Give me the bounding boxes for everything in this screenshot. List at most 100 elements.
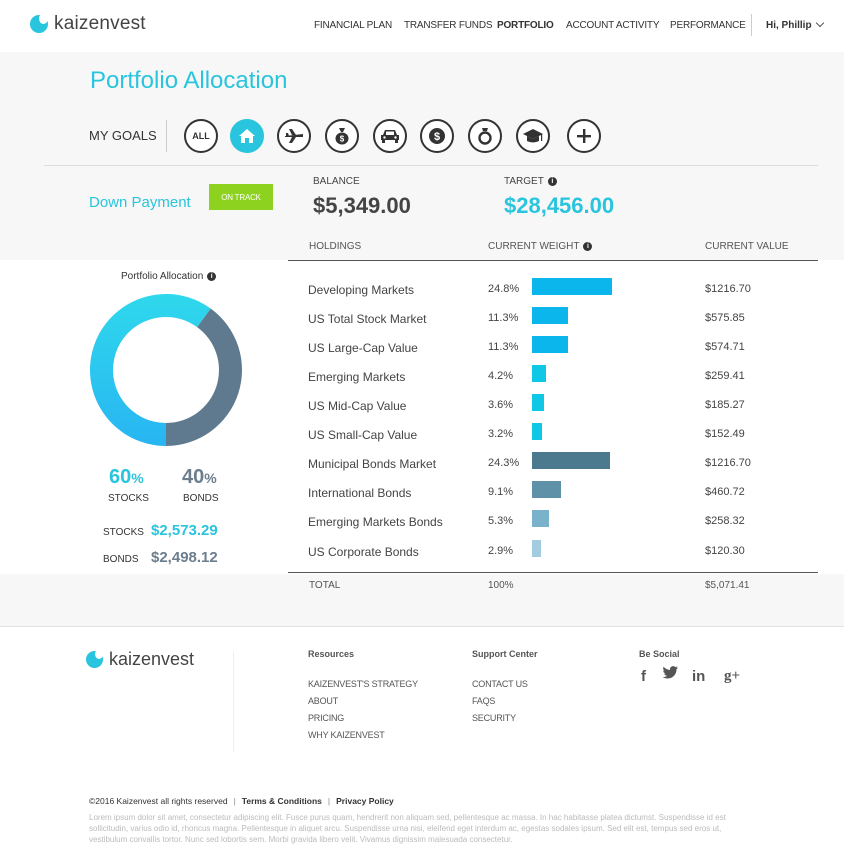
footer-divider [0,626,844,627]
table-row[interactable]: US Large-Cap Value 11.3% $574.71 [288,336,818,370]
nav-divider [751,14,752,36]
weight-bar [532,307,568,324]
stocks-label: STOCKS [108,493,149,504]
footer-link-pricing[interactable]: PRICING [308,713,344,723]
info-icon[interactable]: i [583,242,593,251]
current-weight-header: CURRENT WEIGHT [488,241,580,252]
footer-logo[interactable]: kaizenvest [86,649,194,670]
my-goals-label: MY GOALS [89,128,157,143]
percent-sign: % [204,470,217,486]
nav-performance[interactable]: PERFORMANCE [670,20,746,31]
support-heading: Support Center [472,649,538,659]
allocation-title: Portfolio Allocation [121,271,204,282]
target-label-group: TARGET i [504,176,557,187]
bonds-slice [166,308,242,446]
holding-weight: 3.2% [488,428,514,440]
holding-name: Developing Markets [308,283,415,297]
ring-icon [478,128,492,145]
goal-education-button[interactable] [516,119,550,153]
svg-text:$: $ [434,131,440,143]
nav-account-activity[interactable]: ACCOUNT ACTIVITY [566,20,659,31]
table-header-rule [288,260,818,261]
info-icon[interactable]: i [207,272,217,281]
home-icon [239,129,255,143]
table-row[interactable]: US Mid-Cap Value 3.6% $185.27 [288,394,818,428]
twitter-icon[interactable] [662,666,678,683]
balance-value: $5,349.00 [313,193,411,218]
goal-money-button[interactable]: $ [420,119,454,153]
money-bag-icon: $ [335,128,349,145]
goal-name: Down Payment [89,194,191,211]
goal-all-button[interactable]: ALL [184,119,218,153]
bonds-label: BONDS [183,493,219,504]
nav-financial-plan[interactable]: FINANCIAL PLAN [314,20,392,31]
goal-travel-button[interactable] [277,119,311,153]
holding-value: $1216.70 [705,457,751,469]
terms-link[interactable]: Terms & Conditions [242,796,322,806]
holding-weight: 24.3% [488,457,520,469]
linkedin-icon[interactable]: in [692,668,705,685]
footer-link-strategy[interactable]: KAIZENVEST'S STRATEGY [308,679,418,689]
holding-weight: 11.3% [488,312,519,324]
holding-weight: 2.9% [488,545,514,557]
holding-name: US Mid-Cap Value [308,399,407,413]
user-menu[interactable]: Hi, Phillip [766,18,824,31]
weight-bar [532,481,561,498]
goals-divider [166,120,167,152]
table-row[interactable]: Emerging Markets Bonds 5.3% $258.32 [288,510,818,544]
holding-value: $575.85 [705,312,745,324]
allocation-title-group: Portfolio Allocation i [121,271,217,282]
nav-transfer-funds[interactable]: TRANSFER FUNDS [404,20,493,31]
table-row[interactable]: Emerging Markets 4.2% $259.41 [288,365,818,399]
weight-bar [532,278,612,295]
top-header: kaizenvest FINANCIAL PLAN TRANSFER FUNDS… [0,0,844,52]
svg-text:$: $ [340,135,345,144]
logo-text: kaizenvest [54,13,146,34]
total-label: TOTAL [309,580,341,591]
holding-value: $1216.70 [705,283,751,295]
bonds-amount: $2,498.12 [151,549,218,566]
social-heading: Be Social [639,649,680,659]
facebook-icon[interactable]: f [641,668,646,685]
footer-link-contact[interactable]: CONTACT US [472,679,528,689]
holding-weight: 11.3% [488,341,519,353]
goal-home-button[interactable] [230,119,264,153]
holdings-header: HOLDINGS [309,241,362,252]
nav-portfolio[interactable]: PORTFOLIO [497,20,554,31]
goal-savings-button[interactable]: $ [325,119,359,153]
table-total-rule [288,572,818,573]
plus-icon [577,129,591,143]
percent-sign: % [131,470,144,486]
holding-value: $152.49 [705,428,745,440]
info-icon[interactable]: i [547,177,557,186]
footer-link-security[interactable]: SECURITY [472,713,516,723]
bonds-percent: 40% [182,466,217,489]
goal-car-button[interactable] [373,119,407,153]
weight-bar [532,510,549,527]
footer-link-faqs[interactable]: FAQS [472,696,495,706]
footer-link-about[interactable]: ABOUT [308,696,338,706]
current-value-header: CURRENT VALUE [705,241,789,252]
google-plus-icon[interactable]: g+ [724,668,740,685]
holding-weight: 5.3% [488,515,514,527]
graduation-cap-icon [523,129,543,143]
target-label: TARGET [504,176,544,187]
table-row[interactable]: US Corporate Bonds 2.9% $120.30 [288,540,818,574]
holding-name: US Corporate Bonds [308,545,419,559]
add-goal-button[interactable] [567,119,601,153]
footer-vertical-divider [233,652,234,752]
resources-heading: Resources [308,649,355,659]
footer-disclaimer: Lorem ipsum dolor sit amet, consectetur … [89,813,726,844]
goals-divider-line [44,165,818,166]
goal-wedding-button[interactable] [468,119,502,153]
stocks-percent: 60% [109,466,144,489]
total-weight: 100% [488,580,514,591]
table-row[interactable]: International Bonds 9.1% $460.72 [288,481,818,515]
goal-all-label: ALL [192,131,210,141]
kaizenvest-logo[interactable]: kaizenvest [30,13,146,35]
privacy-link[interactable]: Privacy Policy [336,796,394,806]
holding-value: $120.30 [705,545,745,557]
balance-label: BALANCE [313,176,360,187]
stocks-percent-value: 60 [109,466,132,488]
footer-link-why[interactable]: WHY KAIZENVEST [308,730,385,740]
